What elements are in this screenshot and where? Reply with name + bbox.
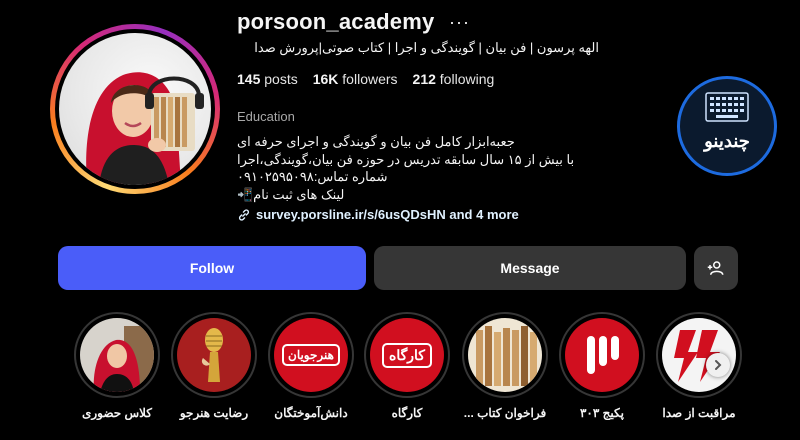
avatar-illustration [86,72,204,185]
highlight-badge-text: کارگاه [382,342,432,368]
highlight-ring [559,312,645,398]
profile-external-link[interactable]: survey.porsline.ir/s/6usQDsHN and 4 more [237,207,519,222]
highlight-ring [656,312,742,398]
brand-badge-text: چند‌ینو [704,131,750,151]
highlight-label: مراقبت از صدا [662,406,736,420]
story-highlights: کلاس حضوری رضایت هنرجو هنرجویان دانش‌آمو… [0,312,800,432]
highlight-item[interactable]: کارگاه کارگاه [362,312,452,420]
followers-label: followers [342,71,398,87]
brand-badge: چند‌ینو [677,76,777,176]
highlight-item[interactable]: رضایت هنرجو [169,312,259,420]
highlight-label: فراخوان کتاب ... [463,406,547,420]
portrait-photo [80,318,154,392]
profile-avatar-ring[interactable] [50,24,220,194]
chevron-right-icon [715,360,722,370]
link-icon [238,208,250,221]
profile-link-text: survey.porsline.ir/s/6usQDsHN and 4 more [256,207,519,222]
suggested-accounts-button[interactable] [694,246,738,290]
posts-label: posts [264,71,298,87]
profile-avatar-frame [55,29,215,189]
highlight-item[interactable]: مراقبت از صدا [654,312,744,420]
highlight-item[interactable]: فراخوان کتاب ... [460,312,550,420]
profile-bio: جعبه‌ابزار کامل فن بیان و گویندگی و اجرا… [237,133,577,203]
highlight-item[interactable]: هنرجویان دانش‌آموختگان [266,312,356,420]
following-count: 212 [412,71,436,87]
highlight-item[interactable]: کلاس حضوری [72,312,162,420]
highlight-ring [462,312,548,398]
highlight-label: رضایت هنرجو [179,406,249,420]
following-label: following [439,71,495,87]
highlight-ring [74,312,160,398]
badge-text-icon: کارگاه [370,318,444,392]
profile-full-name: الهه پرسون | فن بیان | گویندگی و اجرا | … [254,40,599,55]
stat-followers[interactable]: 16K followers [313,71,398,87]
highlight-label: کلاس حضوری [81,406,153,420]
followers-count: 16K [312,71,339,87]
stat-following[interactable]: 212 following [413,71,495,87]
follow-button[interactable]: Follow [58,246,366,290]
highlight-ring: هنرجویان [268,312,354,398]
bio-line: شماره تماس:۰۹۱۰۲۵۹۵۰۹۸ [237,169,388,184]
stat-posts: 145 posts [237,71,298,87]
highlight-ring: کارگاه [364,312,450,398]
message-button[interactable]: Message [374,246,686,290]
bio-line: با بیش از ۱۵ سال سابقه تدریس در حوزه فن … [237,151,575,167]
highlight-item[interactable]: پکیج ۳۰۳ [557,312,647,420]
brand-logo-icon [705,92,749,122]
badge-text-icon: هنرجویان [274,318,348,392]
highlight-badge-text: هنرجویان [282,344,340,366]
more-horizontal-icon[interactable]: ··· [449,12,470,33]
microphone-icon [177,318,251,392]
highlight-label: کارگاه [391,406,423,420]
profile-category: Education [237,109,295,124]
highlights-next-button[interactable] [706,353,730,377]
bio-line: لینک های ثبت نام📲 [237,186,345,202]
highlight-label: دانش‌آموختگان [274,406,348,420]
posts-count: 145 [237,71,261,87]
highlight-label: پکیج ۳۰۳ [579,406,624,420]
bio-line: جعبه‌ابزار کامل فن بیان و گویندگی و اجرا… [237,134,515,149]
books-photo [468,318,542,392]
bars-logo-icon [565,318,639,392]
profile-username: porsoon_academy [237,9,435,34]
add-person-icon [707,261,724,275]
profile-stats: 145 posts 16K followers 212 following [237,71,494,87]
profile-avatar [59,33,211,185]
highlight-ring [171,312,257,398]
